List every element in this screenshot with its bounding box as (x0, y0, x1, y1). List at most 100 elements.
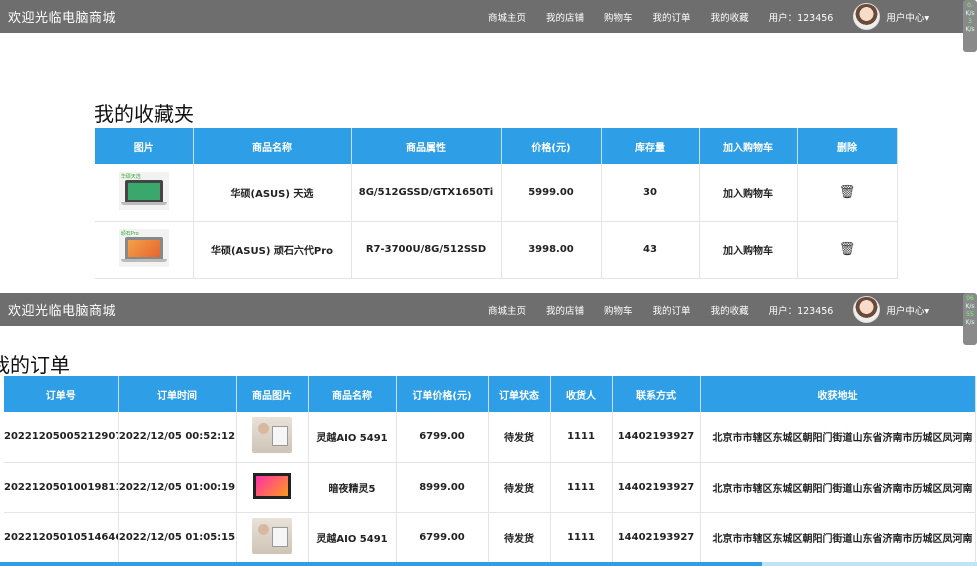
product-thumb-cell: 华硕天选 (95, 164, 194, 222)
top-nav-bar: 欢迎光临电脑商城 商城主页 我的店铺 购物车 我的订单 我的收藏 用户：1234… (0, 0, 966, 33)
order-status: 待发货 (488, 412, 551, 463)
col-order-status: 订单状态 (488, 376, 551, 412)
order-id[interactable]: 20221205010514646 (4, 512, 119, 563)
order-phone: 14402193927 (612, 462, 701, 513)
order-product-name[interactable]: 灵越AIO 5491 (308, 412, 397, 463)
product-price: 5999.00 (501, 164, 602, 222)
order-receiver: 1111 (550, 512, 613, 563)
table-row: 20221205010514646 2022/12/05 01:05:15 灵越… (4, 512, 976, 563)
col-product-image: 商品图片 (236, 376, 309, 412)
nav-links: 商城主页 我的店铺 购物车 我的订单 我的收藏 用户：123456 用户中心▾ (488, 0, 949, 33)
order-id[interactable]: 20221205005212907 (4, 412, 119, 463)
nav-links: 商城主页 我的店铺 购物车 我的订单 我的收藏 用户：123456 用户中心▾ (488, 293, 949, 326)
order-phone: 14402193927 (612, 512, 701, 563)
order-price: 6799.00 (396, 412, 489, 463)
favorites-table: 图片 商品名称 商品属性 价格(元) 库存量 加入购物车 删除 华硕天选 华硕(… (95, 128, 898, 279)
user-name: 用户：123456 (768, 305, 834, 317)
order-status: 待发货 (488, 462, 551, 513)
horizontal-scrollbar[interactable] (0, 562, 977, 566)
col-product-attr: 商品属性 (351, 128, 502, 164)
nav-link-my-shop[interactable]: 我的店铺 (546, 303, 584, 317)
favorites-title: 我的收藏夹 (94, 102, 194, 126)
product-thumb-cell: 顽石Pro (95, 221, 194, 279)
nav-link-cart[interactable]: 购物车 (604, 303, 633, 317)
user-center-menu[interactable]: 用户中心▾ (886, 10, 929, 24)
order-image-cell (236, 512, 309, 563)
table-row: 20221205010019811 2022/12/05 01:00:19 暗夜… (4, 462, 976, 513)
order-time: 2022/12/05 01:05:15 (118, 512, 237, 563)
nav-link-favorites[interactable]: 我的收藏 (711, 303, 749, 317)
favorites-header-row: 图片 商品名称 商品属性 价格(元) 库存量 加入购物车 删除 (95, 128, 898, 164)
col-order-price: 订单价格(元) (396, 376, 489, 412)
nav-link-favorites[interactable]: 我的收藏 (711, 10, 749, 24)
nav-link-cart[interactable]: 购物车 (604, 10, 633, 24)
add-to-cart-link[interactable]: 加入购物车 (699, 164, 798, 222)
user-center-menu[interactable]: 用户中心▾ (886, 303, 929, 317)
order-address: 北京市市辖区东城区朝阳门街道山东省济南市历城区凤河南 (700, 512, 976, 563)
delete-cell: 🗑 (797, 221, 898, 279)
nav-link-home[interactable]: 商城主页 (488, 303, 526, 317)
table-row: 顽石Pro 华硕(ASUS) 顽石六代Pro R7-3700U/8G/512SS… (95, 221, 898, 279)
delete-cell: 🗑 (797, 164, 898, 222)
product-thumbnail[interactable] (253, 472, 291, 499)
product-thumbnail[interactable]: 顽石Pro (118, 229, 169, 267)
order-product-name[interactable]: 灵越AIO 5491 (308, 512, 397, 563)
col-product-name: 商品名称 (193, 128, 352, 164)
orders-title: 我的订单 (0, 353, 70, 377)
order-image-cell (236, 412, 309, 463)
nav-link-home[interactable]: 商城主页 (488, 10, 526, 24)
orders-header-row: 订单号 订单时间 商品图片 商品名称 订单价格(元) 订单状态 收货人 联系方式… (4, 376, 976, 412)
product-thumbnail[interactable] (252, 417, 292, 454)
order-image-cell (236, 462, 309, 513)
col-address: 收获地址 (700, 376, 976, 412)
nav-link-my-orders[interactable]: 我的订单 (653, 10, 691, 24)
user-avatar[interactable] (853, 3, 881, 30)
product-attr: R7-3700U/8G/512SSD (351, 221, 502, 279)
col-receiver: 收货人 (550, 376, 613, 412)
table-row: 20221205005212907 2022/12/05 00:52:12 灵越… (4, 412, 976, 463)
order-time: 2022/12/05 01:00:19 (118, 462, 237, 513)
col-add-to-cart: 加入购物车 (699, 128, 798, 164)
orders-table: 订单号 订单时间 商品图片 商品名称 订单价格(元) 订单状态 收货人 联系方式… (4, 376, 976, 563)
user-avatar[interactable] (853, 296, 881, 323)
order-time: 2022/12/05 00:52:12 (118, 412, 237, 463)
order-receiver: 1111 (550, 412, 613, 463)
col-image: 图片 (95, 128, 194, 164)
order-price: 8999.00 (396, 462, 489, 513)
product-stock: 43 (601, 221, 700, 279)
product-name[interactable]: 华硕(ASUS) 顽石六代Pro (193, 221, 352, 279)
product-stock: 30 (601, 164, 700, 222)
order-product-name[interactable]: 暗夜精灵5 (308, 462, 397, 513)
add-to-cart-link[interactable]: 加入购物车 (699, 221, 798, 279)
product-name[interactable]: 华硕(ASUS) 天选 (193, 164, 352, 222)
order-address: 北京市市辖区东城区朝阳门街道山东省济南市历城区凤河南 (700, 462, 976, 513)
col-product-name: 商品名称 (308, 376, 397, 412)
order-phone: 14402193927 (612, 412, 701, 463)
network-speed-widget: 06 K/s 55 K/s (963, 293, 977, 345)
product-thumbnail[interactable]: 华硕天选 (118, 171, 169, 210)
top-nav-bar-2: 欢迎光临电脑商城 商城主页 我的店铺 购物车 我的订单 我的收藏 用户：1234… (0, 293, 966, 326)
order-receiver: 1111 (550, 462, 613, 513)
nav-link-my-orders[interactable]: 我的订单 (653, 303, 691, 317)
product-price: 3998.00 (501, 221, 602, 279)
trash-icon[interactable]: 🗑 (839, 242, 856, 257)
site-brand[interactable]: 欢迎光临电脑商城 (8, 7, 116, 26)
col-order-time: 订单时间 (118, 376, 237, 412)
col-contact: 联系方式 (612, 376, 701, 412)
order-price: 6799.00 (396, 512, 489, 563)
col-stock: 库存量 (601, 128, 700, 164)
table-row: 华硕天选 华硕(ASUS) 天选 8G/512GSSD/GTX1650Ti 59… (95, 164, 898, 222)
product-thumbnail[interactable] (252, 517, 292, 554)
order-status: 待发货 (488, 512, 551, 563)
nav-link-my-shop[interactable]: 我的店铺 (546, 10, 584, 24)
order-id[interactable]: 20221205010019811 (4, 462, 119, 513)
product-attr: 8G/512GSSD/GTX1650Ti (351, 164, 502, 222)
order-address: 北京市市辖区东城区朝阳门街道山东省济南市历城区凤河南 (700, 412, 976, 463)
user-name: 用户：123456 (768, 12, 834, 24)
site-brand[interactable]: 欢迎光临电脑商城 (8, 300, 116, 319)
col-delete: 删除 (797, 128, 898, 164)
network-speed-widget: 0. K/s 3 K/s (963, 0, 977, 52)
col-price: 价格(元) (501, 128, 602, 164)
trash-icon[interactable]: 🗑 (839, 185, 856, 200)
col-order-id: 订单号 (4, 376, 119, 412)
